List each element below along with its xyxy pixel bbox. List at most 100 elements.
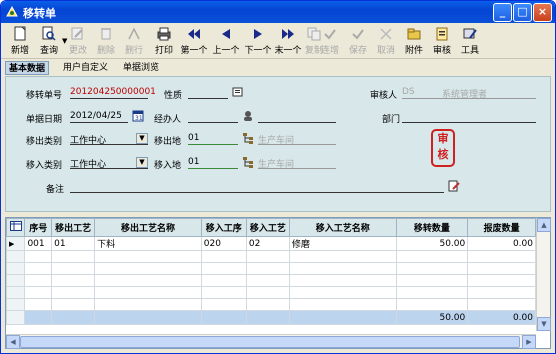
grid-cell[interactable] [288, 310, 397, 325]
grid-cell[interactable]: 修磨 [288, 236, 397, 251]
grid-cell[interactable]: 001 [24, 236, 53, 251]
total-row[interactable]: 50.00 0.00 [5, 310, 536, 325]
date-field[interactable]: 2012/04/25 [70, 111, 128, 123]
tab-document-browse[interactable]: 单据浏览 [123, 61, 159, 75]
grid-cell[interactable] [94, 298, 202, 311]
grid-cell[interactable] [245, 250, 290, 263]
grid-cell[interactable] [200, 262, 247, 275]
toolbar-button-new-document[interactable]: 新增 [7, 25, 33, 57]
dept-field[interactable] [402, 111, 536, 123]
col-header-scrap-qty[interactable]: 报废数量 [467, 218, 536, 237]
col-header-out-proc-name[interactable]: 移出工艺名称 [94, 218, 202, 237]
scroll-right-icon[interactable]: ▶ [522, 335, 536, 349]
row-indicator[interactable]: ▶ [5, 236, 26, 251]
grid-cell[interactable] [288, 262, 397, 275]
grid-cell[interactable] [245, 298, 290, 311]
toolbar-button-query[interactable]: 查询 [35, 25, 63, 57]
grid-cell[interactable] [395, 274, 469, 287]
nature-field[interactable] [188, 87, 228, 99]
table-row-empty[interactable] [5, 286, 536, 299]
toolbar-button-tools[interactable]: 工具 [457, 25, 483, 57]
toolbar-button-cancel[interactable]: 取消 [373, 25, 399, 57]
grid-cell[interactable]: 020 [200, 236, 247, 251]
grid-cell[interactable] [51, 262, 96, 275]
col-header-transfer-qty[interactable]: 移转数量 [395, 218, 469, 237]
toolbar-button-prev[interactable]: 上一个 [211, 25, 241, 57]
grid-cell[interactable] [24, 262, 53, 275]
table-row-empty[interactable] [5, 250, 536, 263]
chevron-down-icon[interactable]: ▼ [136, 133, 148, 144]
row-indicator[interactable] [5, 262, 26, 275]
grid-cell[interactable] [51, 286, 96, 299]
tab-user-defined[interactable]: 用户自定义 [63, 61, 108, 75]
grid-cell[interactable] [395, 298, 469, 311]
toolbar-button-continuous-add[interactable]: 连增 [317, 25, 343, 57]
grid-cell[interactable] [467, 250, 536, 263]
grid-cell[interactable] [395, 286, 469, 299]
minimize-button[interactable]: _ [493, 3, 512, 22]
doc-no-field[interactable]: 201204250000001 [70, 87, 156, 99]
row-indicator[interactable] [5, 274, 26, 287]
grid-cell[interactable] [51, 274, 96, 287]
toolbar-button-attachment[interactable]: 附件 [401, 25, 427, 57]
tab-basic-data[interactable]: 基本数据 [5, 61, 50, 75]
grid-cell[interactable] [395, 262, 469, 275]
toolbar-button-delete-row[interactable]: 删行 [121, 25, 147, 57]
grid-cell[interactable] [24, 250, 53, 263]
grid-cell[interactable] [288, 286, 397, 299]
grid-cell[interactable]: 下料 [94, 236, 202, 251]
row-indicator[interactable] [5, 298, 26, 311]
out-type-select[interactable]: 工作中心 ▼ [70, 133, 148, 146]
grid-cell[interactable] [51, 310, 96, 325]
in-type-select[interactable]: 工作中心 ▼ [70, 157, 148, 170]
grid-cell[interactable] [200, 310, 247, 325]
row-indicator[interactable] [5, 310, 26, 325]
grid-cell[interactable] [245, 274, 290, 287]
toolbar-button-save[interactable]: 保存 [345, 25, 371, 57]
col-header-out-proc[interactable]: 移出工艺 [51, 218, 96, 237]
out-place-code-field[interactable]: 01 [188, 133, 238, 145]
toolbar-button-edit[interactable]: 更改 [65, 25, 91, 57]
scroll-down-icon[interactable]: ▼ [537, 317, 551, 331]
memo-edit-icon[interactable] [448, 180, 460, 192]
toolbar-button-first[interactable]: 第一个 [179, 25, 209, 57]
handler-field[interactable] [188, 111, 238, 123]
col-header-in-proc-name[interactable]: 移入工艺名称 [288, 218, 397, 237]
grid-cell[interactable] [51, 298, 96, 311]
scroll-up-icon[interactable]: ▲ [537, 218, 551, 232]
tree-lookup-icon[interactable] [242, 156, 254, 168]
toolbar-button-next[interactable]: 下一个 [243, 25, 273, 57]
person-lookup-icon[interactable] [242, 110, 254, 122]
table-row-empty[interactable] [5, 298, 536, 311]
grid-cell[interactable]: 0.00 [467, 236, 536, 251]
query-dropdown-icon[interactable]: ▼ [62, 37, 67, 45]
grid-cell[interactable] [467, 286, 536, 299]
col-header-in-proc[interactable]: 移入工艺 [245, 218, 290, 237]
tree-lookup-icon[interactable] [242, 132, 254, 144]
vertical-scrollbar[interactable]: ▲ ▼ [536, 218, 551, 331]
maximize-button[interactable]: □ [513, 3, 532, 22]
grid-corner-icon[interactable] [5, 218, 26, 237]
toolbar-button-audit[interactable]: 审核 [429, 25, 455, 57]
row-indicator[interactable] [5, 286, 26, 299]
grid-cell[interactable]: 02 [245, 236, 290, 251]
grid-cell[interactable] [245, 310, 290, 325]
col-header-seq[interactable]: 序号 [24, 218, 53, 237]
scroll-thumb[interactable] [20, 336, 520, 348]
table-row-empty[interactable] [5, 274, 536, 287]
grid-cell[interactable] [467, 298, 536, 311]
grid-cell[interactable] [94, 286, 202, 299]
grid-cell[interactable] [288, 250, 397, 263]
remark-field[interactable] [70, 181, 444, 193]
grid-cell[interactable] [24, 310, 53, 325]
grid-cell[interactable] [200, 298, 247, 311]
grid-cell[interactable] [245, 286, 290, 299]
grid-cell[interactable] [200, 286, 247, 299]
grid-cell[interactable] [467, 274, 536, 287]
col-header-in-step[interactable]: 移入工序 [200, 218, 247, 237]
table-row[interactable]: ▶ 001 01 下料 020 02 修磨 50.00 0.00 [5, 236, 536, 251]
grid-cell[interactable] [200, 274, 247, 287]
grid-cell[interactable]: 0.00 [467, 310, 536, 325]
toolbar-button-delete[interactable]: 删除 [93, 25, 119, 57]
grid-cell[interactable] [200, 250, 247, 263]
